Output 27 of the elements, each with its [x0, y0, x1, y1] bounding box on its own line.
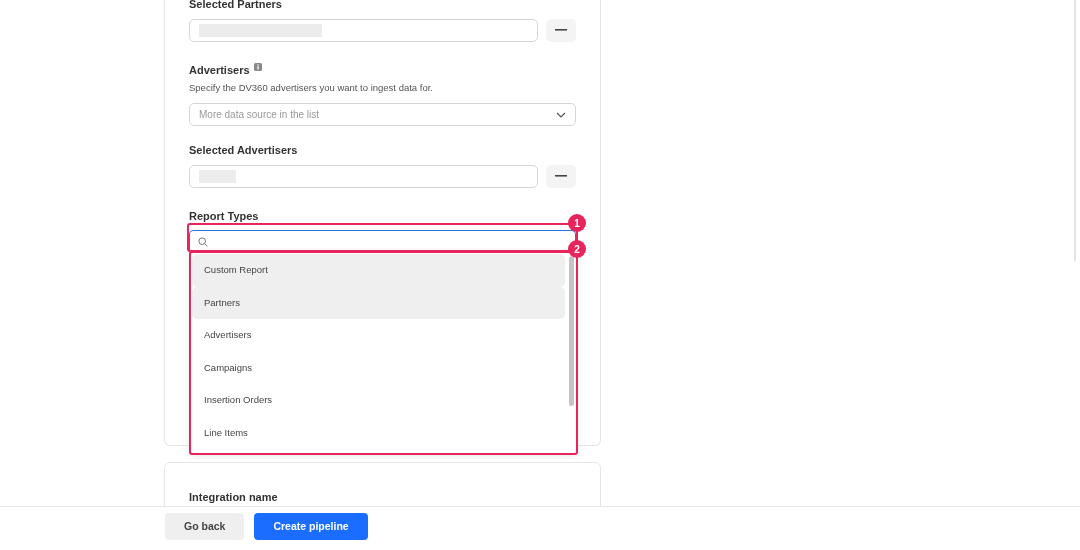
field-label: Selected Partners	[189, 0, 283, 12]
scrollbar-thumb[interactable]	[569, 256, 574, 406]
menu-item[interactable]: Insertion Orders	[192, 384, 565, 417]
back-button[interactable]: Go back	[165, 513, 245, 540]
placeholder-text: More data source in the list	[199, 108, 320, 123]
info-icon	[253, 62, 262, 71]
field-label: Selected Advertisers	[189, 143, 299, 159]
search-icon	[198, 237, 208, 248]
menu-item[interactable]: Line Items	[192, 416, 565, 449]
callout-number: 2	[568, 240, 586, 258]
minus-icon	[555, 29, 567, 31]
chevron-down-icon	[556, 111, 566, 118]
input-field[interactable]	[189, 164, 538, 188]
input-field[interactable]	[189, 18, 538, 42]
menu-item[interactable]: Advertisers	[192, 319, 565, 352]
callout-number: 1	[568, 214, 586, 232]
create-button[interactable]: Create pipeline	[254, 513, 368, 540]
menu-item[interactable]: Custom Report	[192, 254, 565, 287]
field-label: Advertisers	[189, 62, 250, 78]
menu-item[interactable]: Partners	[192, 286, 565, 319]
minus-icon	[555, 175, 567, 178]
menu-item[interactable]: Campaigns	[192, 351, 565, 384]
field-label: Report Types	[189, 208, 260, 224]
field-label: Integration name	[189, 490, 279, 505]
remove-button[interactable]	[546, 18, 576, 42]
help-text: Specify the DV360 advertisers you want to ingest data for.	[189, 81, 434, 95]
remove-button[interactable]	[546, 164, 576, 188]
